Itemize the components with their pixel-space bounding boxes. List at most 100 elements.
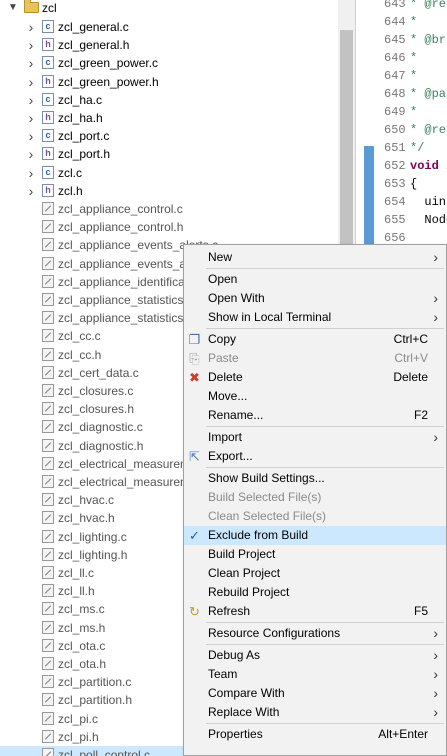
tree-file-label: zcl_pi.h	[58, 729, 99, 744]
tree-file-row[interactable]: › c zcl_port.c	[0, 127, 355, 145]
menu-item-label: Build Selected File(s)	[208, 490, 322, 504]
tree-file-label: zcl_ms.c	[58, 602, 105, 617]
tree-file-label: zcl_lighting.c	[58, 529, 127, 544]
menu-item-open-with[interactable]: Open With ›	[184, 289, 446, 308]
menu-item-label: Open With	[208, 291, 265, 305]
submenu-arrow-icon: ›	[433, 647, 438, 663]
tree-file-row[interactable]: › c zcl.c	[0, 164, 355, 182]
menu-item-clean-selected-files[interactable]: Clean Selected File(s)	[184, 507, 446, 526]
menu-item-open[interactable]: Open	[184, 270, 446, 289]
menu-item-label: Delete	[208, 370, 243, 384]
code-text: Node	[424, 213, 447, 227]
menu-item-rename[interactable]: Rename... F2	[184, 406, 446, 425]
tree-file-row[interactable]: › c zcl_ha.c	[0, 91, 355, 109]
line-number: 644	[384, 15, 406, 29]
menu-item-clean-project[interactable]: Clean Project	[184, 564, 446, 583]
tree-file-label: zcl_green_power.c	[58, 56, 159, 71]
menu-item-resource-configurations[interactable]: Resource Configurations ›	[184, 624, 446, 643]
menu-separator	[206, 328, 444, 329]
menu-item-label: Paste	[208, 351, 239, 365]
chevron-down-icon[interactable]: ▼	[8, 0, 18, 17]
submenu-arrow-icon: ›	[433, 666, 438, 682]
tree-file-label: zcl_appliance_statistics.l	[58, 311, 190, 326]
chevron-right-icon[interactable]: ›	[26, 36, 36, 54]
tree-file-label: zcl_appliance_control.h	[58, 220, 184, 235]
excluded-header-file-icon	[42, 620, 54, 634]
submenu-arrow-icon: ›	[433, 625, 438, 641]
excluded-c-source-file-icon	[42, 675, 54, 689]
tree-file-label: zcl_general.c	[58, 20, 129, 34]
chevron-right-icon[interactable]: ›	[26, 164, 36, 182]
tree-file-row[interactable]: › h zcl_green_power.h	[0, 73, 355, 91]
menu-separator	[206, 268, 444, 269]
menu-item-properties[interactable]: Properties Alt+Enter	[184, 725, 446, 744]
tree-file-row[interactable]: › c zcl_general.c	[0, 18, 355, 36]
tree-file-label: zcl_ll.h	[58, 584, 95, 599]
menu-item-rebuild-project[interactable]: Rebuild Project	[184, 583, 446, 602]
line-number: 646	[384, 51, 406, 65]
menu-item-label: Export...	[208, 449, 253, 463]
chevron-right-icon[interactable]: ›	[26, 145, 36, 163]
menu-item-paste[interactable]: ⎘ Paste Ctrl+V	[184, 349, 446, 368]
menu-item-label: Refresh	[208, 604, 251, 618]
line-number: 643	[384, 0, 406, 11]
tree-file-label: zcl_ha.c	[58, 92, 103, 107]
tree-file-row[interactable]: › h zcl_port.h	[0, 145, 355, 163]
c-source-file-icon: c	[42, 20, 54, 33]
menu-item-refresh[interactable]: ↻ Refresh F5	[184, 602, 446, 621]
chevron-right-icon[interactable]: ›	[26, 54, 36, 72]
excluded-c-source-file-icon	[42, 529, 54, 543]
menu-item-delete[interactable]: ✖ Delete Delete	[184, 368, 446, 387]
tree-file-label: zcl_partition.c	[58, 675, 132, 690]
chevron-right-icon[interactable]: ›	[26, 91, 36, 109]
tree-file-row[interactable]: › h zcl_ha.h	[0, 109, 355, 127]
tree-file-row[interactable]: zcl_appliance_control.h	[0, 218, 355, 236]
menu-item-build-selected-files[interactable]: Build Selected File(s)	[184, 488, 446, 507]
context-menu: New › Open Open With › Show in Local Terminal…	[183, 244, 447, 756]
excluded-header-file-icon	[42, 438, 54, 452]
menu-item-export[interactable]: ⇱ Export...	[184, 447, 446, 466]
menu-item-copy[interactable]: ❐ Copy Ctrl+C	[184, 330, 446, 349]
menu-item-debug-as[interactable]: Debug As ›	[184, 646, 446, 665]
menu-item-move[interactable]: Move...	[184, 387, 446, 406]
tree-file-row[interactable]: zcl_appliance_control.c	[0, 200, 355, 218]
tree-file-row[interactable]: › h zcl.h	[0, 182, 355, 200]
tree-file-label: zcl_diagnostic.c	[58, 420, 143, 435]
tree-folder-label: zcl	[42, 1, 57, 15]
excluded-c-source-file-icon	[42, 748, 54, 756]
tree-file-label: zcl_cc.h	[58, 347, 102, 362]
chevron-right-icon[interactable]: ›	[26, 18, 36, 36]
menu-item-label: Rename...	[208, 408, 264, 422]
tree-file-row[interactable]: › h zcl_general.h	[0, 36, 355, 54]
menu-item-exclude-from-build[interactable]: ✓ Exclude from Build	[184, 526, 446, 545]
chevron-right-icon[interactable]: ›	[26, 73, 36, 91]
code-text: * @br	[410, 33, 447, 47]
excluded-header-file-icon	[42, 220, 54, 234]
excluded-header-file-icon	[42, 311, 54, 325]
tree-file-label: zcl_port.h	[58, 147, 111, 162]
tree-folder-zcl[interactable]: ▼ zcl	[0, 0, 355, 17]
menu-separator	[206, 622, 444, 623]
tree-file-label: zcl_appliance_identifica	[58, 274, 185, 289]
menu-item-label: Exclude from Build	[208, 528, 309, 542]
tree-file-row[interactable]: › c zcl_green_power.c	[0, 54, 355, 72]
chevron-right-icon[interactable]: ›	[26, 127, 36, 145]
menu-item-show-build-settings[interactable]: Show Build Settings...	[184, 469, 446, 488]
chevron-right-icon[interactable]: ›	[26, 182, 36, 200]
menu-item-team[interactable]: Team ›	[184, 665, 446, 684]
menu-item-compare-with[interactable]: Compare With ›	[184, 684, 446, 703]
menu-item-show-in-local-terminal[interactable]: Show in Local Terminal ›	[184, 308, 446, 327]
tree-file-label: zcl_green_power.h	[58, 74, 159, 89]
tree-file-label: zcl_ms.h	[58, 620, 106, 635]
menu-item-build-project[interactable]: Build Project	[184, 545, 446, 564]
c-source-file-icon: c	[42, 129, 54, 143]
menu-item-new[interactable]: New ›	[184, 248, 446, 267]
menu-separator	[206, 467, 444, 468]
tree-file-label: zcl_hvac.c	[58, 493, 115, 508]
menu-item-replace-with[interactable]: Replace With ›	[184, 703, 446, 722]
menu-item-import[interactable]: Import ›	[184, 428, 446, 447]
change-ruler-marker	[364, 146, 374, 250]
code-text: * @re	[410, 0, 447, 11]
menu-item-label: Rebuild Project	[208, 585, 290, 599]
chevron-right-icon[interactable]: ›	[26, 109, 36, 127]
